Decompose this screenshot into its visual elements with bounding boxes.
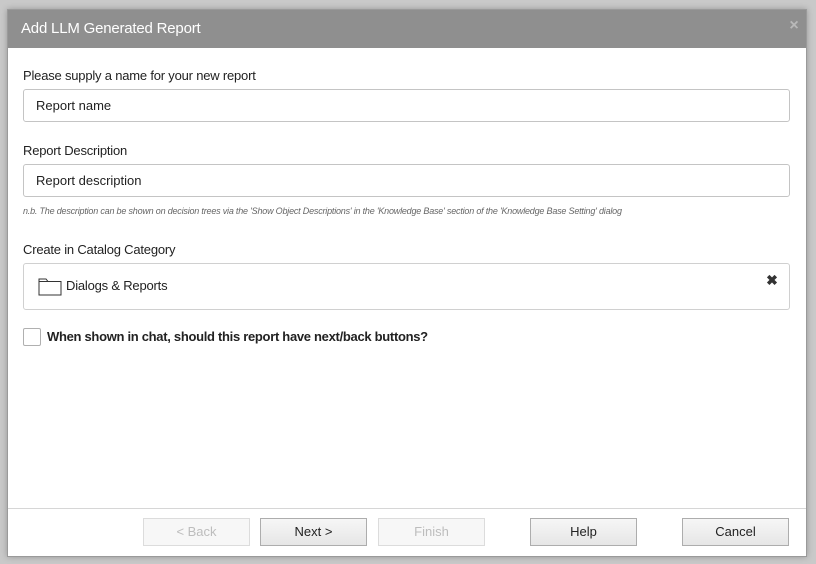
cancel-button[interactable]: Cancel <box>682 518 789 546</box>
next-back-buttons-checkbox[interactable] <box>23 328 41 346</box>
dialog-title: Add LLM Generated Report <box>21 20 201 37</box>
add-report-dialog: Add LLM Generated Report × Please supply… <box>7 9 807 557</box>
finish-button[interactable]: Finish <box>378 518 485 546</box>
next-button[interactable]: Next > <box>260 518 367 546</box>
catalog-category-label: Create in Catalog Category <box>23 242 176 257</box>
catalog-category-value: Dialogs & Reports <box>66 278 168 293</box>
report-description-input[interactable] <box>23 164 790 197</box>
report-name-label: Please supply a name for your new report <box>23 68 256 83</box>
dialog-titlebar: Add LLM Generated Report × <box>8 10 806 48</box>
help-button[interactable]: Help <box>530 518 637 546</box>
report-name-input[interactable] <box>23 89 790 122</box>
next-back-buttons-label[interactable]: When shown in chat, should this report h… <box>47 329 428 344</box>
report-description-label: Report Description <box>23 143 128 158</box>
footer-divider <box>8 508 806 509</box>
folder-icon <box>38 278 62 296</box>
catalog-category-selector[interactable]: Dialogs & Reports ✖ <box>23 263 790 310</box>
clear-category-icon[interactable]: ✖ <box>765 273 779 287</box>
description-note: n.b. The description can be shown on dec… <box>23 206 622 216</box>
back-button[interactable]: < Back <box>143 518 250 546</box>
close-icon[interactable]: × <box>786 18 802 34</box>
